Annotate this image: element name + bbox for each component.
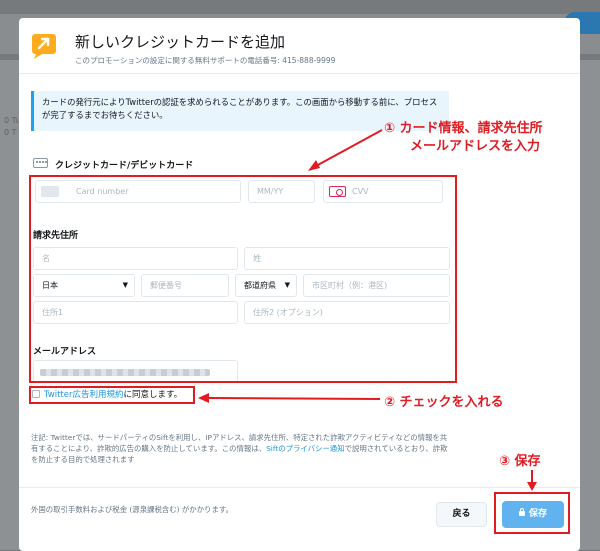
arrow-step2 <box>207 397 381 400</box>
arrow-step1 <box>315 129 383 167</box>
arrow-step3-head <box>527 482 537 491</box>
annotation-arrows <box>198 129 537 491</box>
arrow-step2-head <box>198 393 209 403</box>
arrow-step1-head <box>308 160 320 171</box>
